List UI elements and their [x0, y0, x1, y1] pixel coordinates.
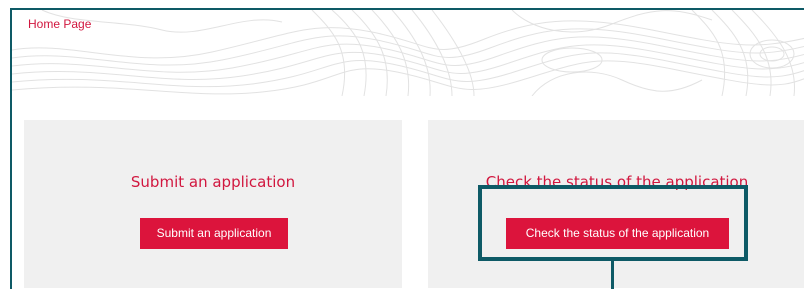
page-frame: Home Page Submit an application Submit a…: [10, 8, 804, 289]
topographic-pattern: [12, 10, 804, 96]
submit-application-card: Submit an application Submit an applicat…: [24, 120, 402, 288]
submit-application-button[interactable]: Submit an application: [140, 218, 288, 249]
check-status-title: Check the status of the application: [485, 173, 749, 191]
submit-application-title: Submit an application: [130, 173, 296, 191]
check-status-card: Check the status of the application Chec…: [428, 120, 804, 288]
header-banner: Home Page: [12, 10, 804, 96]
check-status-button[interactable]: Check the status of the application: [506, 218, 729, 249]
breadcrumb-home-link[interactable]: Home Page: [28, 16, 91, 32]
